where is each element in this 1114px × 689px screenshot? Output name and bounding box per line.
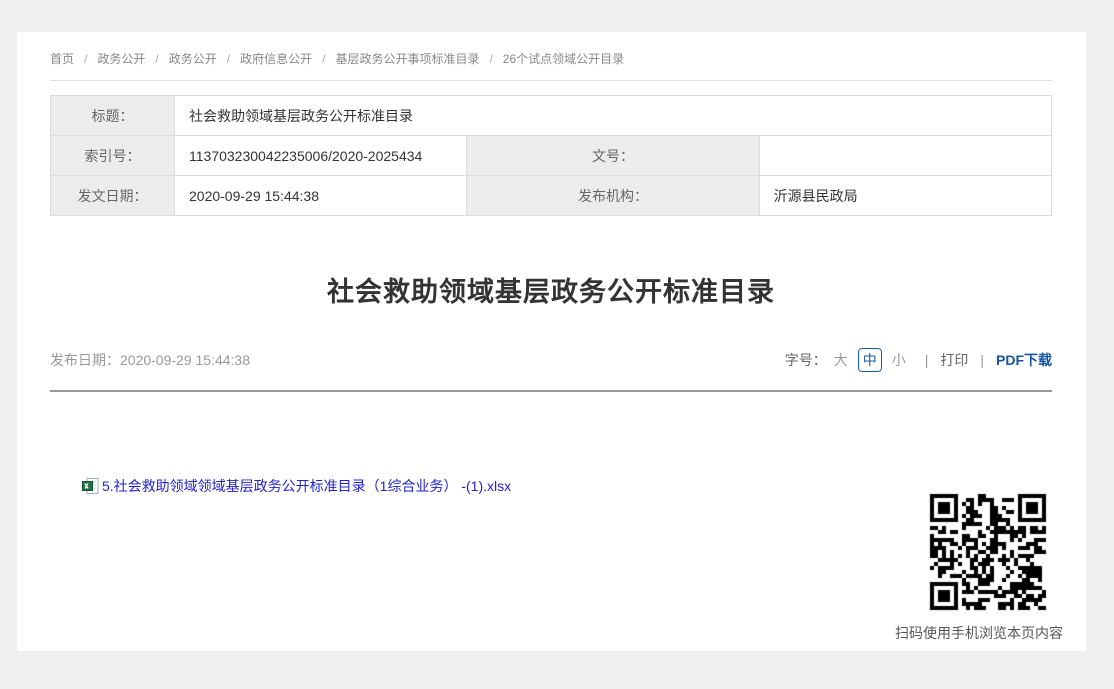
font-size-small-button[interactable]: 小 [888, 349, 910, 371]
pdf-download-button[interactable]: PDF下载 [996, 350, 1052, 370]
breadcrumb-item-gov-info[interactable]: 政府信息公开 [240, 50, 312, 67]
qr-block: 扫码使用手机浏览本页内容 [895, 492, 1063, 643]
breadcrumb-item-pilot-catalog[interactable]: 26个试点领域公开目录 [503, 50, 624, 67]
qr-code [928, 492, 1048, 612]
content-card: 首页 / 政务公开 / 政务公开 / 政府信息公开 / 基层政务公开事项标准目录… [17, 32, 1086, 651]
excel-file-icon [82, 478, 99, 494]
meta-value-title: 社会救助领域基层政务公开标准目录 [175, 96, 1052, 136]
meta-label-agency: 发布机构： [467, 176, 759, 216]
breadcrumb-item-zhengwu-2[interactable]: 政务公开 [169, 50, 217, 67]
meta-label-docnum: 文号： [467, 136, 759, 176]
breadcrumb-item-standard-catalog[interactable]: 基层政务公开事项标准目录 [335, 50, 479, 67]
page: 首页 / 政务公开 / 政务公开 / 政府信息公开 / 基层政务公开事项标准目录… [0, 0, 1114, 689]
breadcrumb-separator: / [227, 52, 230, 66]
table-row: 发文日期： 2020-09-29 15:44:38 发布机构： 沂源县民政局 [51, 176, 1052, 216]
meta-value-agency: 沂源县民政局 [759, 176, 1051, 216]
article-meta-line: 发布日期：2020-09-29 15:44:38 字号： 大 中 小 | 打印 … [50, 348, 1052, 372]
separator-pipe: | [980, 352, 984, 368]
breadcrumb-separator: / [155, 52, 158, 66]
breadcrumb-item-home[interactable]: 首页 [50, 50, 74, 67]
breadcrumb-divider [50, 80, 1052, 81]
breadcrumb-separator: / [322, 52, 325, 66]
publish-date-label: 发布日期： [50, 352, 120, 368]
font-size-large-button[interactable]: 大 [830, 349, 852, 371]
attachment-link[interactable]: 5.社会救助领域领域基层政务公开标准目录（1综合业务） -(1).xlsx [102, 476, 511, 496]
breadcrumb-separator: / [489, 52, 492, 66]
breadcrumb-item-zhengwu-1[interactable]: 政务公开 [97, 50, 145, 67]
breadcrumb-separator: / [84, 52, 87, 66]
table-row: 索引号： 113703230042235006/2020-2025434 文号： [51, 136, 1052, 176]
page-title: 社会救助领域基层政务公开标准目录 [50, 272, 1052, 312]
meta-value-date: 2020-09-29 15:44:38 [175, 176, 467, 216]
meta-value-index: 113703230042235006/2020-2025434 [175, 136, 467, 176]
qr-caption: 扫码使用手机浏览本页内容 [895, 623, 1063, 643]
separator-pipe: | [925, 352, 929, 368]
meta-label-title: 标题： [51, 96, 175, 136]
breadcrumb: 首页 / 政务公开 / 政务公开 / 政府信息公开 / 基层政务公开事项标准目录… [50, 50, 1052, 67]
print-button[interactable]: 打印 [940, 350, 968, 370]
meta-label-date: 发文日期： [51, 176, 175, 216]
document-meta-table: 标题： 社会救助领域基层政务公开标准目录 索引号： 11370323004223… [50, 95, 1052, 216]
font-size-label: 字号： [785, 350, 827, 370]
content-divider [50, 390, 1052, 392]
publish-date-value: 2020-09-29 15:44:38 [120, 352, 250, 368]
font-size-medium-button[interactable]: 中 [858, 348, 882, 372]
meta-value-docnum [759, 136, 1051, 176]
publish-date: 发布日期：2020-09-29 15:44:38 [50, 350, 250, 370]
article-controls: 字号： 大 中 小 | 打印 | PDF下载 [785, 348, 1052, 372]
meta-label-index: 索引号： [51, 136, 175, 176]
table-row: 标题： 社会救助领域基层政务公开标准目录 [51, 96, 1052, 136]
